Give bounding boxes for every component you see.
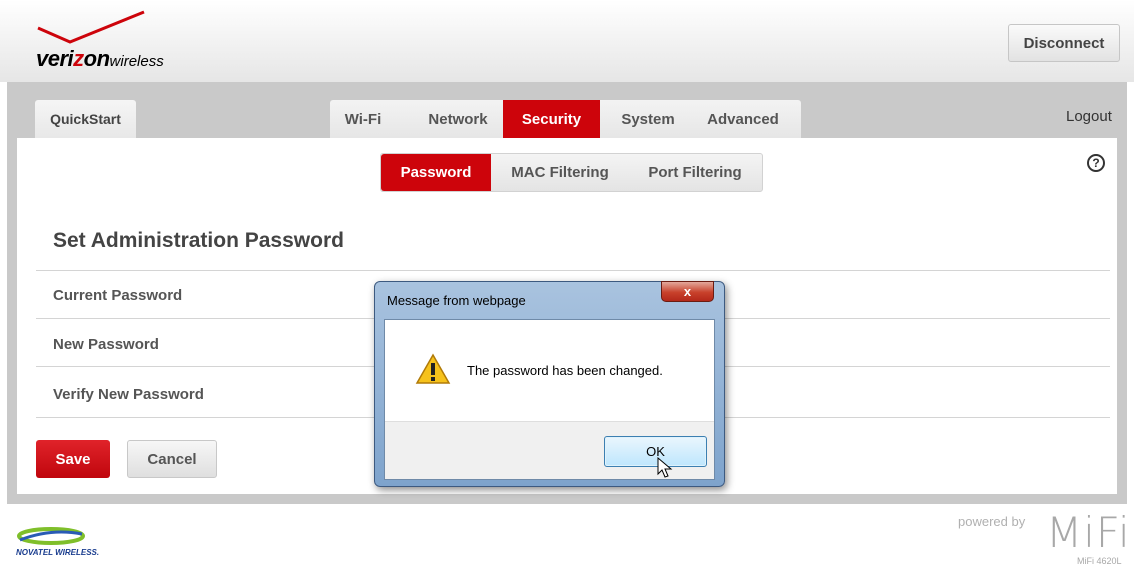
disconnect-button[interactable]: Disconnect [1008,24,1120,62]
tab-security[interactable]: Security [503,100,600,138]
novatel-swoosh-icon [17,527,85,545]
mouse-cursor-icon [657,457,673,478]
security-subtab-bar: Password MAC Filtering Port Filtering [380,153,763,192]
tab-quickstart[interactable]: QuickStart [35,100,136,138]
verizon-logo: verizonwireless [36,10,186,72]
close-icon[interactable]: x [661,281,714,302]
tab-network[interactable]: Network [412,100,504,138]
main-tab-bar: Wi-Fi Network Security System Advanced [330,100,801,138]
powered-by-label: powered by [958,514,1026,529]
dialog-body: The password has been changed. OK [384,319,715,480]
novatel-logo: NOVATEL WIRELESS. [16,524,116,560]
tab-advanced[interactable]: Advanced [697,100,789,138]
model-label: MiFi 4620L [1077,556,1122,566]
question-circle-icon[interactable]: ? [1087,154,1105,172]
divider [36,270,1110,271]
cancel-button[interactable]: Cancel [127,440,217,478]
save-button[interactable]: Save [36,440,110,478]
warning-icon [415,353,451,384]
subtab-mac-filtering[interactable]: MAC Filtering [495,154,625,191]
current-password-label: Current Password [53,287,183,304]
verify-new-password-label: Verify New Password [53,386,204,403]
subtab-port-filtering[interactable]: Port Filtering [633,154,757,191]
mifi-logo: MiFi [1046,508,1131,557]
verizon-check-icon [37,10,145,44]
dialog-message: The password has been changed. [467,363,663,378]
tab-system[interactable]: System [605,100,691,138]
tab-wifi[interactable]: Wi-Fi [330,100,396,138]
logout-link[interactable]: Logout [1066,108,1112,125]
page-header: verizonwireless Disconnect [0,0,1134,82]
subtab-password[interactable]: Password [381,154,491,191]
new-password-label: New Password [53,336,159,353]
ok-button[interactable]: OK [604,436,707,467]
page-title: Set Administration Password [53,229,344,252]
dialog-title: Message from webpage [387,293,526,308]
